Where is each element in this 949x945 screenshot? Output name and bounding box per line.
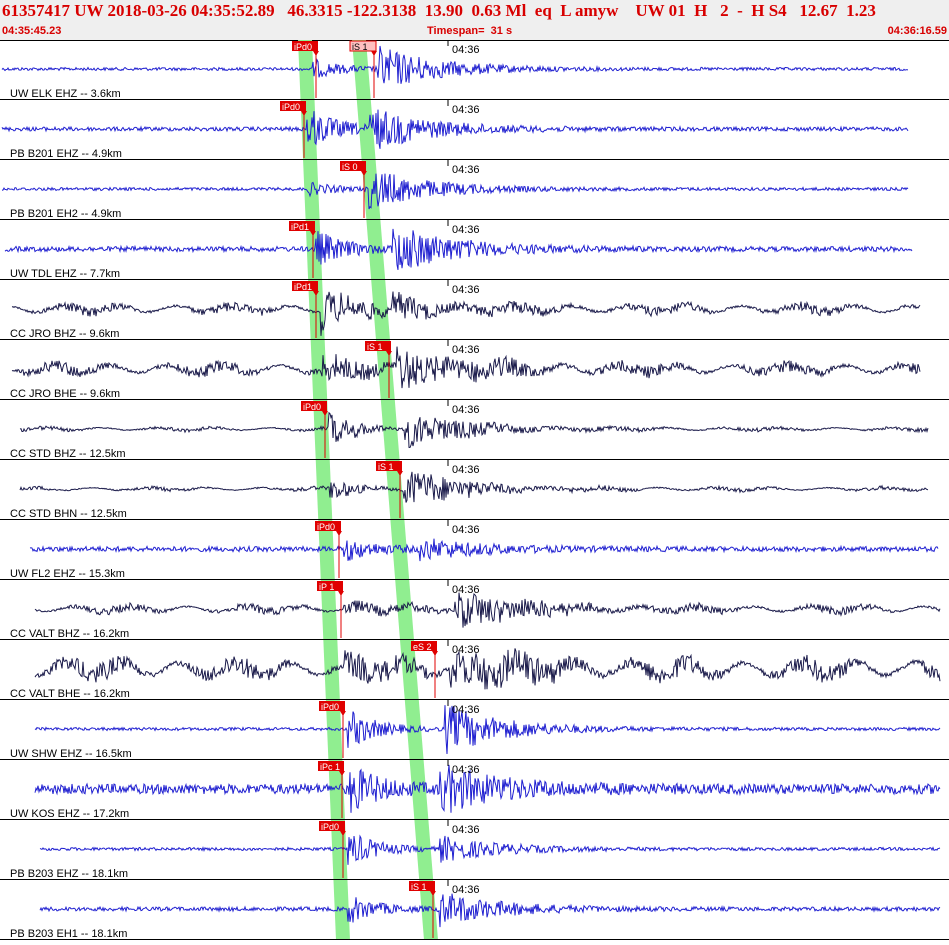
minute-tick-label: 04:36 <box>452 884 480 896</box>
start-time-label: 04:35:45.23 <box>2 25 62 37</box>
phase-pick-label: iS 1 <box>411 882 427 892</box>
trace-panel[interactable]: 04:36 CC VALT BHE -- 16.2km eS 2 <box>0 640 949 700</box>
station-channel-label: UW SHW EHZ -- 16.5km <box>10 748 132 760</box>
minute-tick-label: 04:36 <box>452 44 480 56</box>
trace-panel[interactable]: 04:36 PB B203 EHZ -- 18.1km iPd0 <box>0 820 949 880</box>
waveform-trace <box>1 173 909 210</box>
waveform-trace <box>11 291 921 336</box>
minute-tick-label: 04:36 <box>452 644 480 656</box>
station-channel-label: CC JRO BHZ -- 9.6km <box>10 328 119 340</box>
trace-panel[interactable]: 04:36 CC JRO BHZ -- 9.6km iPd1 <box>0 280 949 340</box>
trace-panel[interactable]: 04:36 UW SHW EHZ -- 16.5km iPd0 <box>0 700 949 760</box>
station-channel-label: CC STD BHZ -- 12.5km <box>10 448 126 460</box>
minute-tick-label: 04:36 <box>452 104 480 116</box>
trace-panel[interactable]: 04:36 PB B201 EH2 -- 4.9km iS 0 <box>0 160 949 220</box>
phase-pick-label: iS 1 <box>378 462 394 472</box>
minute-tick-label: 04:36 <box>452 344 480 356</box>
minute-tick-label: 04:36 <box>452 404 480 416</box>
timespan-label: Timespan= 31 s <box>427 25 513 37</box>
phase-pick-label: iPc 1 <box>320 762 340 772</box>
station-channel-label: UW ELK EHZ -- 3.6km <box>10 88 121 100</box>
pick-triangle-icon <box>336 531 342 536</box>
phase-pick-label: iS 1 <box>352 42 368 52</box>
station-channel-label: PB B201 EH2 -- 4.9km <box>10 208 121 220</box>
pick-triangle-icon <box>371 51 377 56</box>
station-channel-label: UW TDL EHZ -- 7.7km <box>10 268 120 280</box>
minute-tick-label: 04:36 <box>452 764 480 776</box>
waveform-trace <box>29 538 939 562</box>
trace-panel[interactable]: 04:36 PB B201 EHZ -- 4.9km iPd0 <box>0 100 949 160</box>
waveform-trace <box>34 705 941 755</box>
phase-pick-label: iPd1 <box>291 222 309 232</box>
minute-tick-label: 04:36 <box>452 524 480 536</box>
station-channel-label: PB B203 EH1 -- 18.1km <box>10 928 127 940</box>
minute-tick-label: 04:36 <box>452 464 480 476</box>
phase-pick-label: iPd0 <box>317 522 335 532</box>
pick-triangle-icon <box>313 51 319 56</box>
end-time-label: 04:36:16.59 <box>887 25 947 37</box>
waveform-trace <box>39 834 941 865</box>
trace-panel[interactable]: 04:36 CC STD BHN -- 12.5km iS 1 <box>0 460 949 520</box>
station-channel-label: CC VALT BHZ -- 16.2km <box>10 628 129 640</box>
minute-tick-label: 04:36 <box>452 224 480 236</box>
pick-triangle-icon <box>338 591 344 596</box>
event-summary-line: 61357417 UW 2018-03-26 04:35:52.89 46.33… <box>2 1 876 20</box>
phase-pick-label: iPd0 <box>282 102 300 112</box>
waveform-trace <box>34 648 941 690</box>
trace-panel[interactable]: 04:36 CC JRO BHE -- 9.6km iS 1 <box>0 340 949 400</box>
trace-panel[interactable]: 04:36 CC VALT BHZ -- 16.2km iP 1 <box>0 580 949 640</box>
phase-pick-label: iPd0 <box>303 402 321 412</box>
trace-panel[interactable]: 04:36 PB B203 EH1 -- 18.1km iS 1 <box>0 880 949 940</box>
waveform-trace <box>34 592 941 628</box>
phase-pick-label: iPd0 <box>321 702 339 712</box>
pick-triangle-icon <box>340 711 346 716</box>
station-channel-label: PB B201 EHZ -- 4.9km <box>10 148 122 160</box>
trace-panel[interactable]: 04:36 CC STD BHZ -- 12.5km iPd0 <box>0 400 949 460</box>
station-channel-label: UW KOS EHZ -- 17.2km <box>10 808 129 820</box>
minute-tick-label: 04:36 <box>452 164 480 176</box>
trace-panel[interactable]: 04:36 UW KOS EHZ -- 17.2km iPc 1 <box>0 760 949 820</box>
phase-pick-label: iS 0 <box>342 162 358 172</box>
phase-pick-label: iPd0 <box>321 822 339 832</box>
event-header: 61357417 UW 2018-03-26 04:35:52.89 46.33… <box>0 0 949 41</box>
pick-triangle-icon <box>432 651 438 656</box>
seismogram-canvas: 04:36 UW ELK EHZ -- 3.6km iPd0 iS 1 04:36 PB … <box>0 40 949 940</box>
phase-pick-label: eS 2 <box>413 642 432 652</box>
trace-panel[interactable]: 04:36 UW TDL EHZ -- 7.7km iPd1 <box>0 220 949 280</box>
minute-tick-label: 04:36 <box>452 284 480 296</box>
phase-pick-label: iPd1 <box>294 282 312 292</box>
phase-pick-label: iP 1 <box>319 582 334 592</box>
station-channel-label: CC VALT BHE -- 16.2km <box>10 688 130 700</box>
minute-tick-label: 04:36 <box>452 824 480 836</box>
trace-panel[interactable]: 04:36 UW FL2 EHZ -- 15.3km iPd0 <box>0 520 949 580</box>
phase-pick-label: iPd0 <box>294 42 312 52</box>
waveform-trace <box>34 764 941 813</box>
waveform-trace <box>19 471 929 503</box>
station-channel-label: CC JRO BHE -- 9.6km <box>10 388 120 400</box>
station-channel-label: CC STD BHN -- 12.5km <box>10 508 127 520</box>
trace-panel[interactable]: 04:36 UW ELK EHZ -- 3.6km iPd0 iS 1 <box>0 40 949 100</box>
waveform-trace <box>19 411 929 449</box>
minute-tick-label: 04:36 <box>452 584 480 596</box>
seismogram-panel-stack: 04:36 UW ELK EHZ -- 3.6km iPd0 iS 1 04:36 PB … <box>0 40 949 940</box>
station-channel-label: UW FL2 EHZ -- 15.3km <box>10 568 125 580</box>
phase-pick-label: iS 1 <box>367 342 383 352</box>
waveform-trace <box>39 893 941 928</box>
station-channel-label: PB B203 EHZ -- 18.1km <box>10 868 128 880</box>
minute-tick-label: 04:36 <box>452 704 480 716</box>
